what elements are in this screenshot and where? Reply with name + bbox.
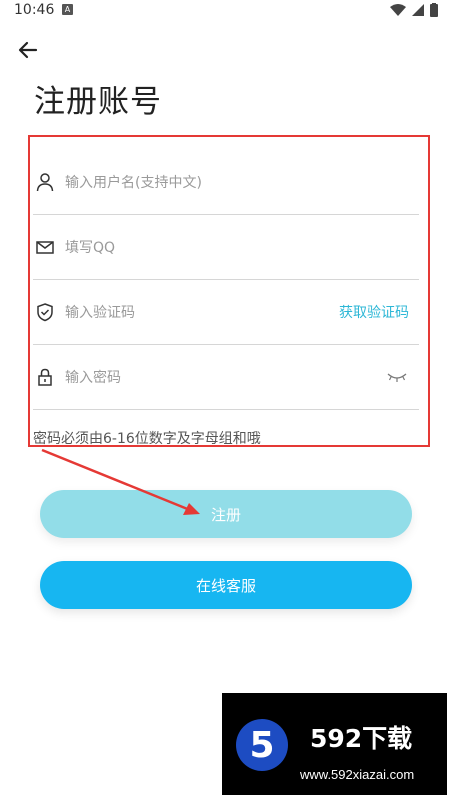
notification-icon: A (62, 4, 73, 15)
shield-icon (37, 303, 53, 322)
username-field[interactable]: 输入用户名(支持中文) (33, 150, 419, 215)
password-hint: 密码必须由6-16位数字及字母组和哦 (33, 431, 261, 447)
watermark-url: www.592xiazai.com (300, 767, 415, 782)
watermark-badge: 5 (236, 719, 288, 771)
status-time: 10:46 (14, 2, 55, 18)
get-code-button[interactable]: 获取验证码 (339, 302, 409, 322)
code-placeholder: 输入验证码 (65, 305, 135, 321)
mail-icon (36, 241, 54, 254)
signal-icon (412, 4, 424, 16)
password-placeholder: 输入密码 (65, 370, 121, 386)
wifi-icon (390, 4, 406, 16)
username-placeholder: 输入用户名(支持中文) (65, 175, 202, 191)
status-bar: 10:46 A (0, 0, 450, 22)
back-arrow-icon[interactable] (16, 38, 40, 62)
user-icon (36, 173, 54, 192)
watermark-brand: 592下载 (310, 724, 413, 753)
register-button[interactable]: 注册 (40, 490, 412, 538)
password-field[interactable]: 输入密码 (33, 345, 419, 410)
eye-closed-icon[interactable] (387, 371, 407, 383)
battery-icon (430, 3, 438, 17)
qq-placeholder: 填写QQ (65, 240, 116, 256)
watermark-logo: 5 592下载 www.592xiazai.com (222, 693, 447, 795)
qq-field[interactable]: 填写QQ (33, 215, 419, 280)
lock-icon (38, 368, 52, 386)
verification-code-field[interactable]: 输入验证码 获取验证码 (33, 280, 419, 345)
customer-service-button[interactable]: 在线客服 (40, 561, 412, 609)
page-title: 注册账号 (34, 84, 162, 120)
status-icons (390, 3, 438, 17)
